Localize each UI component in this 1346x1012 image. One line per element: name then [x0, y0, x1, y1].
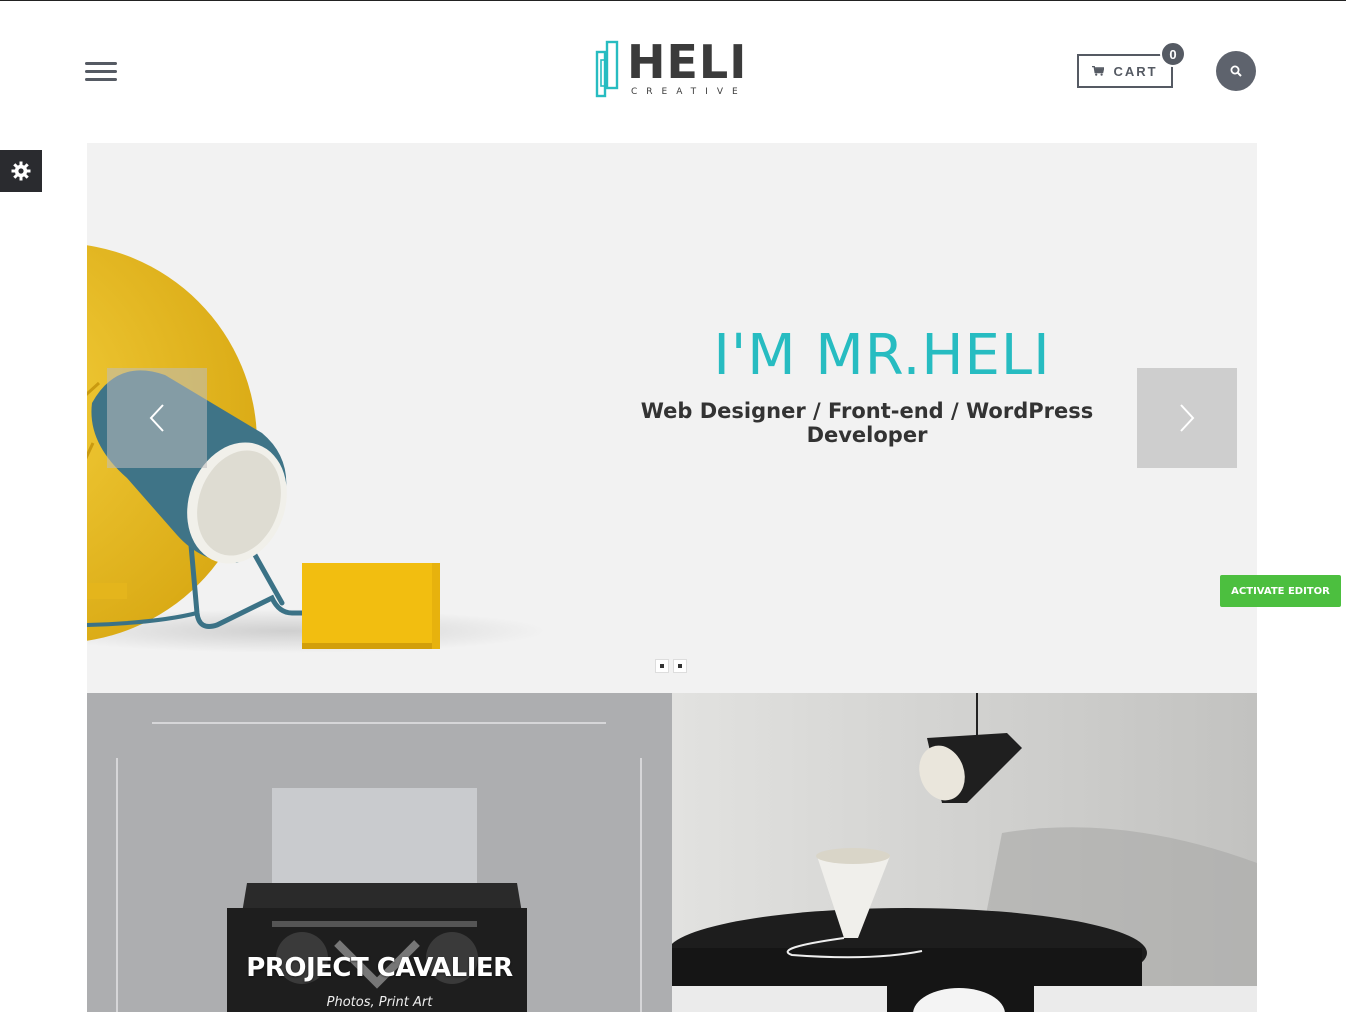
hamburger-icon-line [85, 62, 117, 65]
slider-next-button[interactable] [1137, 368, 1237, 468]
hamburger-icon-line [85, 70, 117, 73]
hamburger-icon-line [85, 78, 117, 81]
cart-count-badge: 0 [1160, 41, 1186, 67]
logo-tagline: CREATIVE [631, 87, 747, 97]
search-icon [1230, 65, 1242, 77]
portfolio-item-title: PROJECT CAVALIER [246, 953, 513, 983]
gear-icon [11, 161, 31, 181]
page: HELI CREATIVE CART 0 I'M MR.HELI Web Des… [0, 0, 1346, 1012]
portfolio-item-category: Photos, Print Art [326, 995, 433, 1010]
activate-editor-button[interactable]: ACTIVATE EDITOR [1220, 575, 1341, 607]
site-logo[interactable]: HELI CREATIVE [595, 35, 755, 100]
portfolio-item[interactable]: PROJECT CAVALIER Photos, Print Art [87, 693, 672, 1012]
portfolio-item[interactable] [672, 693, 1257, 986]
hero-subtitle: Web Designer / Front-end / WordPress Dev… [640, 399, 1094, 447]
cart-label: CART [1113, 63, 1158, 79]
settings-button[interactable] [0, 150, 42, 192]
portfolio-image-lamps [672, 693, 1257, 986]
slider-dot[interactable] [673, 659, 687, 673]
slider-dot[interactable] [655, 659, 669, 673]
logo-word: HELI [627, 35, 748, 89]
logo-mark-icon [595, 40, 619, 98]
portfolio-image-preview [887, 986, 1034, 1012]
slider-prev-button[interactable] [107, 368, 207, 468]
slider-pagination [655, 659, 687, 673]
hero-slider[interactable]: I'M MR.HELI Web Designer / Front-end / W… [87, 143, 1257, 693]
chevron-right-icon [1180, 404, 1195, 432]
chevron-left-icon [149, 404, 164, 432]
shopping-cart-icon [1092, 66, 1105, 76]
top-border [0, 0, 1346, 1]
cart-button[interactable]: CART [1077, 54, 1173, 88]
portfolio-item-preview[interactable] [672, 986, 1257, 1012]
search-button[interactable] [1216, 51, 1256, 91]
menu-button[interactable] [85, 62, 117, 86]
hero-title: I'M MR.HELI [713, 323, 1051, 388]
